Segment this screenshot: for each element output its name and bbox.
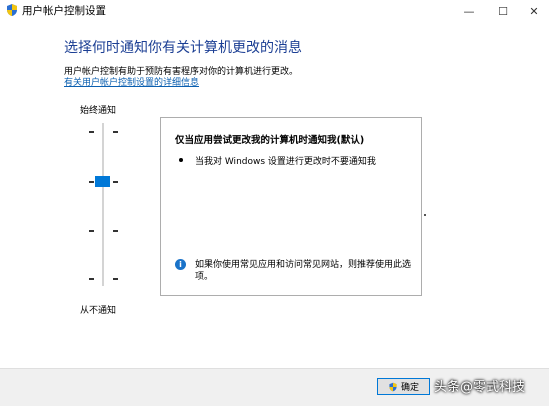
slider-tick <box>89 181 94 183</box>
window-title: 用户帐户控制设置 <box>22 5 106 17</box>
slider-thumb[interactable] <box>95 176 110 187</box>
uac-shield-icon <box>7 4 17 16</box>
slider-tick <box>113 230 118 232</box>
page-heading: 选择何时通知你有关计算机更改的消息 <box>64 40 302 56</box>
title-bar: 用户帐户控制设置 — ☐ ✕ <box>0 0 549 22</box>
panel-bullet-text: 当我对 Windows 设置进行更改时不要通知我 <box>195 157 376 167</box>
slider-tick <box>89 278 94 280</box>
panel-note-text: 如果你使用常见应用和访问常见网站，则推荐使用此选项。 <box>195 260 412 282</box>
slider-tick <box>113 131 118 133</box>
decorative-dot <box>424 214 426 216</box>
maximize-icon: ☐ <box>498 4 508 18</box>
slider-track[interactable] <box>102 123 104 286</box>
info-icon: i <box>175 259 186 270</box>
panel-title: 仅当应用尝试更改我的计算机时通知我(默认) <box>175 135 365 146</box>
close-icon: ✕ <box>529 4 539 18</box>
minimize-icon: — <box>463 4 475 18</box>
slider-tick <box>113 181 118 183</box>
uac-details-link[interactable]: 有关用户帐户控制设置的详细信息 <box>64 75 199 88</box>
slider-tick <box>113 278 118 280</box>
bullet-icon <box>179 158 183 162</box>
uac-shield-icon <box>389 382 397 391</box>
slider-tick <box>89 230 94 232</box>
maximize-button[interactable]: ☐ <box>486 0 520 22</box>
slider-top-label: 始终通知 <box>80 106 117 116</box>
level-description-panel: 仅当应用尝试更改我的计算机时通知我(默认) 当我对 Windows 设置进行更改… <box>160 117 422 296</box>
ok-button-label: 确定 <box>400 383 419 393</box>
watermark: 头条@零式科技 <box>434 380 526 395</box>
slider-bottom-label: 从不通知 <box>80 306 117 316</box>
slider-tick <box>89 131 94 133</box>
close-button[interactable]: ✕ <box>517 0 549 22</box>
ok-button[interactable]: 确定 <box>377 378 430 395</box>
minimize-button[interactable]: — <box>452 0 486 22</box>
